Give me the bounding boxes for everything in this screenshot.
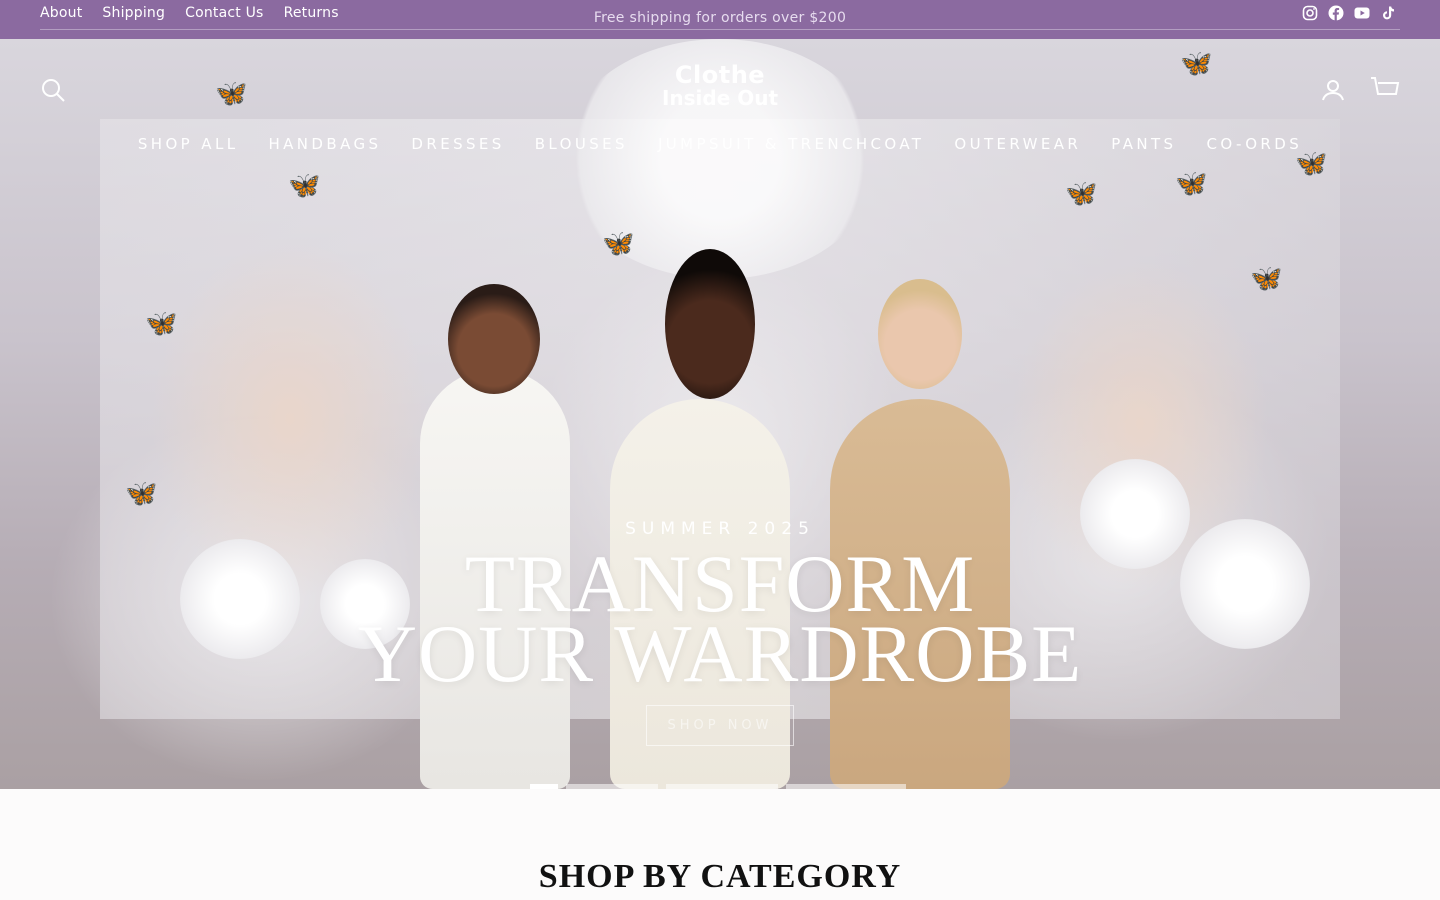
butterfly-decor: 🦋 bbox=[1175, 169, 1208, 199]
shop-now-button[interactable]: SHOP NOW bbox=[646, 705, 794, 746]
social-links bbox=[1302, 5, 1396, 21]
nav-handbags[interactable]: HANDBAGS bbox=[253, 135, 396, 153]
shipping-link[interactable]: Shipping bbox=[102, 5, 165, 21]
site-logo[interactable]: Clothe Inside Out bbox=[0, 61, 1440, 111]
nav-shop-all[interactable]: SHOP ALL bbox=[123, 135, 254, 153]
model-head bbox=[448, 284, 540, 394]
nav-outerwear[interactable]: OUTERWEAR bbox=[939, 135, 1096, 153]
facebook-icon[interactable] bbox=[1328, 5, 1344, 21]
account-icon[interactable] bbox=[1320, 77, 1350, 107]
slide-dot[interactable] bbox=[786, 784, 906, 789]
section-title: SHOP BY CATEGORY bbox=[538, 858, 902, 895]
butterfly-decor: 🦋 bbox=[288, 171, 321, 201]
nav-pants[interactable]: PANTS bbox=[1096, 135, 1191, 153]
butterfly-decor: 🦋 bbox=[1250, 264, 1283, 294]
about-link[interactable]: About bbox=[40, 5, 82, 21]
returns-link[interactable]: Returns bbox=[284, 5, 339, 21]
slide-dot[interactable] bbox=[566, 784, 658, 789]
tiktok-icon[interactable] bbox=[1380, 5, 1396, 21]
youtube-icon[interactable] bbox=[1354, 5, 1370, 21]
hero-content: SUMMER 2025 TRANSFORM YOUR WARDROBE SHOP… bbox=[0, 519, 1440, 746]
topbar-divider bbox=[40, 29, 1400, 30]
instagram-icon[interactable] bbox=[1302, 5, 1318, 21]
hero-banner: 🦋 🦋 🦋 🦋 🦋 🦋 🦋 🦋 🦋 🦋 Clothe Inside Out SH… bbox=[0, 39, 1440, 789]
butterfly-decor: 🦋 bbox=[125, 479, 158, 509]
butterfly-decor: 🦋 bbox=[602, 229, 635, 259]
nav-jumpsuit-trenchcoat[interactable]: JUMPSUIT & TRENCHCOAT bbox=[643, 135, 939, 153]
utility-links: About Shipping Contact Us Returns bbox=[40, 5, 339, 21]
butterfly-decor: 🦋 bbox=[145, 309, 178, 339]
hero-eyebrow: SUMMER 2025 bbox=[625, 519, 815, 539]
model-head bbox=[878, 279, 962, 389]
nav-blouses[interactable]: BLOUSES bbox=[520, 135, 643, 153]
main-nav: SHOP ALL HANDBAGS DRESSES BLOUSES JUMPSU… bbox=[0, 135, 1440, 153]
hero-title-line2: YOUR WARDROBE bbox=[357, 608, 1083, 699]
logo-line1: Clothe bbox=[674, 61, 766, 89]
slide-dot[interactable] bbox=[530, 784, 558, 789]
cart-icon[interactable] bbox=[1370, 75, 1400, 105]
butterfly-decor: 🦋 bbox=[1065, 179, 1098, 209]
slide-dot[interactable] bbox=[666, 784, 778, 789]
model-head bbox=[665, 249, 755, 399]
logo-line2: Inside Out bbox=[661, 86, 779, 111]
nav-dresses[interactable]: DRESSES bbox=[396, 135, 519, 153]
contact-us-link[interactable]: Contact Us bbox=[185, 5, 263, 21]
slide-indicators bbox=[530, 784, 910, 789]
announcement-bar: About Shipping Contact Us Returns Free s… bbox=[0, 0, 1440, 39]
nav-co-ords[interactable]: CO-ORDS bbox=[1191, 135, 1317, 153]
hero-title: TRANSFORM YOUR WARDROBE bbox=[0, 543, 1440, 699]
